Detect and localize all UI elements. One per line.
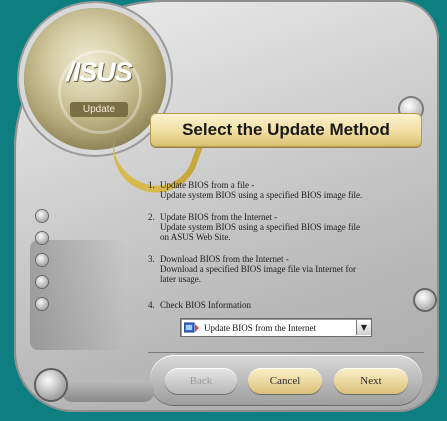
select-value: Update BIOS from the Internet [204,322,316,333]
asus-logo: /ISUS [66,56,133,87]
option-heading: Update BIOS from a file - [160,180,255,190]
pip-icon [36,232,48,244]
option-item-3[interactable]: 3. Download BIOS from the Internet - Down… [148,254,418,284]
option-heading: Check BIOS Information [160,300,251,310]
option-desc: Download a specified BIOS image file via… [160,264,356,274]
bottom-left-knob [36,370,66,400]
back-button[interactable]: Back [165,368,237,394]
page-title: Select the Update Method [150,113,422,147]
option-item-1[interactable]: 1. Update BIOS from a file - Update syste… [148,180,418,200]
option-item-2[interactable]: 2. Update BIOS from the Internet - Update… [148,212,418,242]
option-number: 1. [148,180,155,190]
option-number: 3. [148,254,155,264]
option-desc: on ASUS Web Site. [160,232,231,242]
next-button[interactable]: Next [334,368,408,394]
option-item-4[interactable]: 4. Check BIOS Information [148,300,418,310]
left-pip-column [30,210,56,330]
update-badge: Update [70,102,128,117]
right-knob [415,290,435,310]
option-heading: Download BIOS from the Internet - [160,254,289,264]
globe-arrow-icon [184,322,199,332]
pip-icon [36,210,48,222]
option-desc: Update system BIOS using a specified BIO… [160,190,363,200]
bottom-label-decoration [72,385,142,395]
divider [148,352,424,353]
asus-update-window: /ISUS Update Select the Update Method 1.… [0,0,447,421]
pip-icon [36,254,48,266]
option-desc: Update system BIOS using a specified BIO… [160,222,360,232]
option-number: 2. [148,212,155,222]
chevron-down-icon[interactable]: ▼ [356,320,371,335]
pip-icon [36,276,48,288]
option-heading: Update BIOS from the Internet - [160,212,278,222]
update-method-select[interactable]: Update BIOS from the Internet ▼ [180,318,372,337]
option-number: 4. [148,300,155,310]
pip-icon [36,298,48,310]
option-desc: later usage. [160,274,201,284]
cancel-button[interactable]: Cancel [248,368,322,394]
